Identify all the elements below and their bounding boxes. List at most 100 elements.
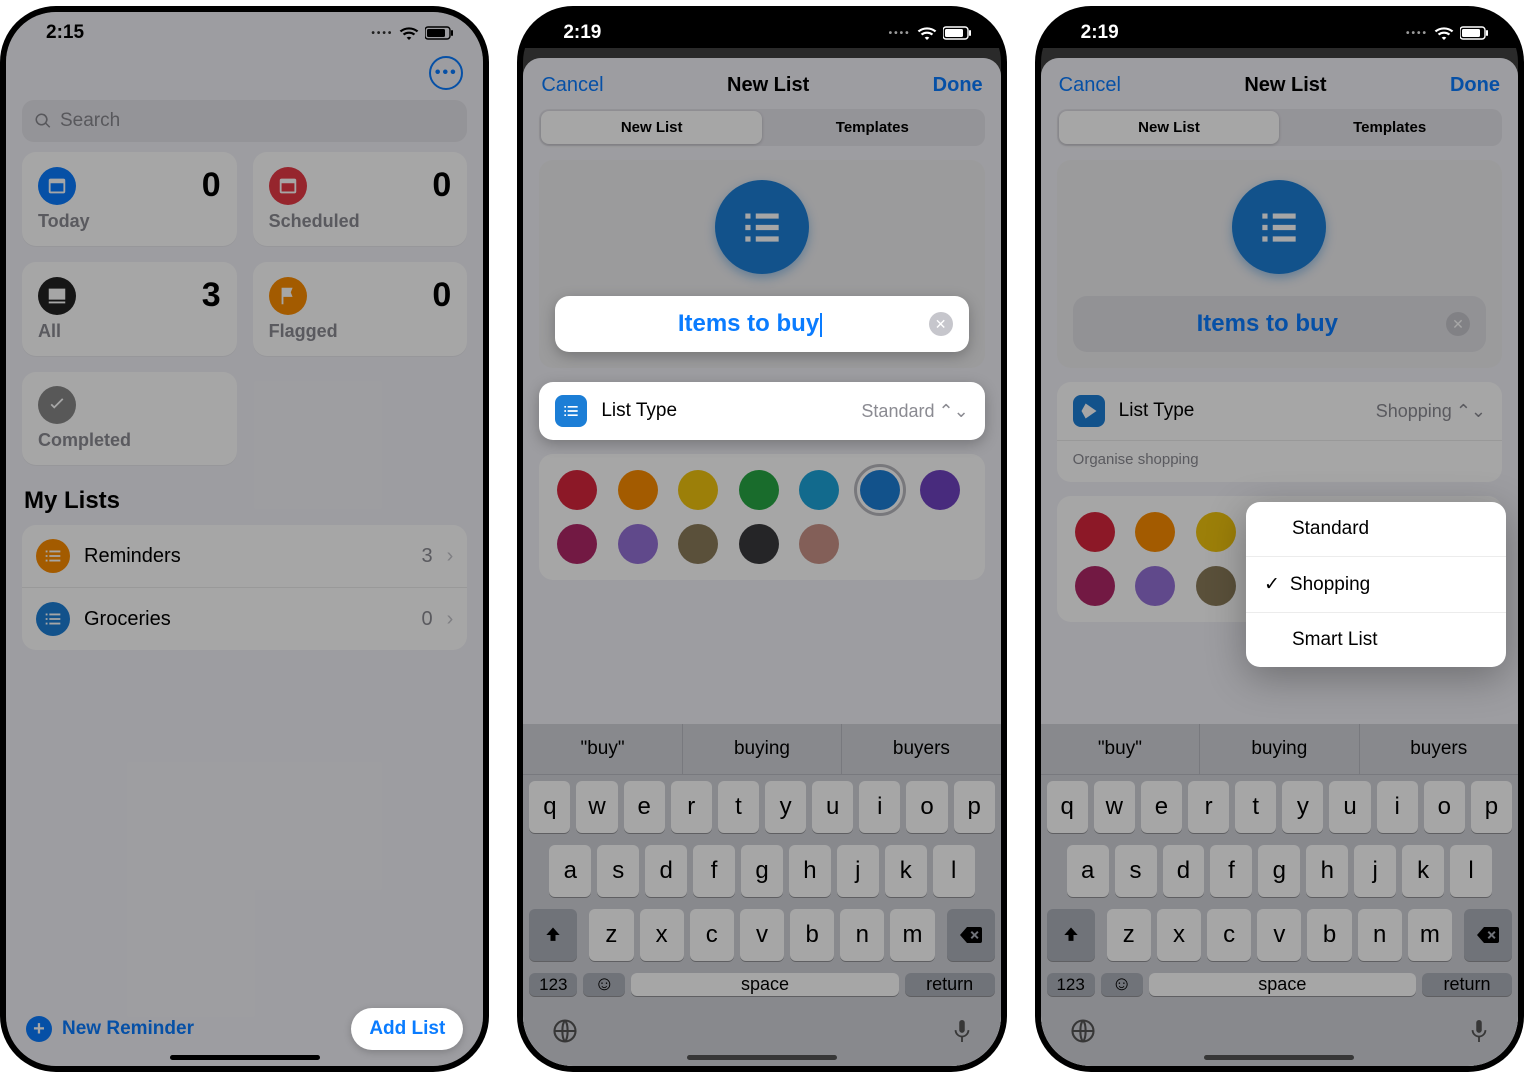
key-v[interactable]: v <box>740 909 784 961</box>
key-i[interactable]: i <box>859 781 900 833</box>
clear-icon[interactable]: ✕ <box>1446 312 1470 336</box>
suggestion[interactable]: buying <box>683 724 842 774</box>
key-l[interactable]: l <box>933 845 975 897</box>
key-o[interactable]: o <box>1424 781 1465 833</box>
key-m[interactable]: m <box>1408 909 1452 961</box>
backspace-key[interactable] <box>947 909 995 961</box>
color-swatch[interactable] <box>1196 566 1236 606</box>
suggestion[interactable]: buying <box>1200 724 1359 774</box>
color-swatch[interactable] <box>618 470 658 510</box>
key-n[interactable]: n <box>840 909 884 961</box>
done-button[interactable]: Done <box>1450 74 1500 97</box>
color-swatch[interactable] <box>1196 512 1236 552</box>
seg-new-list[interactable]: New List <box>541 111 762 144</box>
key-t[interactable]: t <box>718 781 759 833</box>
key-d[interactable]: d <box>645 845 687 897</box>
suggestion[interactable]: "buy" <box>523 724 682 774</box>
key-f[interactable]: f <box>1210 845 1252 897</box>
list-item[interactable]: Groceries 0 › <box>22 588 467 650</box>
clear-icon[interactable]: ✕ <box>929 312 953 336</box>
color-swatch[interactable] <box>1075 566 1115 606</box>
shift-key[interactable] <box>1047 909 1095 961</box>
key-i[interactable]: i <box>1377 781 1418 833</box>
number-key[interactable]: 123 <box>1047 973 1095 996</box>
emoji-key[interactable]: ☺ <box>1101 973 1143 996</box>
color-swatch[interactable] <box>799 470 839 510</box>
color-swatch[interactable] <box>1075 512 1115 552</box>
key-f[interactable]: f <box>693 845 735 897</box>
key-l[interactable]: l <box>1450 845 1492 897</box>
add-list-button[interactable]: Add List <box>351 1008 463 1050</box>
key-g[interactable]: g <box>1258 845 1300 897</box>
new-reminder-button[interactable]: + New Reminder <box>26 1016 194 1042</box>
key-u[interactable]: u <box>812 781 853 833</box>
key-k[interactable]: k <box>1402 845 1444 897</box>
color-swatch[interactable] <box>799 524 839 564</box>
key-z[interactable]: z <box>1107 909 1151 961</box>
color-swatch[interactable] <box>678 524 718 564</box>
key-o[interactable]: o <box>906 781 947 833</box>
key-c[interactable]: c <box>690 909 734 961</box>
key-a[interactable]: a <box>549 845 591 897</box>
list-icon-preview[interactable] <box>1232 180 1326 274</box>
key-v[interactable]: v <box>1257 909 1301 961</box>
key-a[interactable]: a <box>1067 845 1109 897</box>
cancel-button[interactable]: Cancel <box>541 74 603 97</box>
key-p[interactable]: p <box>1471 781 1512 833</box>
space-key[interactable]: space <box>1149 973 1416 996</box>
seg-templates[interactable]: Templates <box>1279 111 1500 144</box>
suggestion[interactable]: buyers <box>842 724 1000 774</box>
key-x[interactable]: x <box>640 909 684 961</box>
cancel-button[interactable]: Cancel <box>1059 74 1121 97</box>
backspace-key[interactable] <box>1464 909 1512 961</box>
key-u[interactable]: u <box>1329 781 1370 833</box>
segmented-control[interactable]: New List Templates <box>1057 109 1502 146</box>
return-key[interactable]: return <box>905 973 995 996</box>
key-p[interactable]: p <box>954 781 995 833</box>
color-swatch[interactable] <box>739 524 779 564</box>
color-swatch[interactable] <box>1135 512 1175 552</box>
key-q[interactable]: q <box>1047 781 1088 833</box>
key-b[interactable]: b <box>790 909 834 961</box>
segmented-control[interactable]: New List Templates <box>539 109 984 146</box>
done-button[interactable]: Done <box>933 74 983 97</box>
key-b[interactable]: b <box>1307 909 1351 961</box>
color-swatch[interactable] <box>557 524 597 564</box>
menu-item-smartlist[interactable]: Smart List <box>1246 613 1506 667</box>
search-field[interactable]: Search <box>22 100 467 142</box>
key-y[interactable]: y <box>765 781 806 833</box>
seg-new-list[interactable]: New List <box>1059 111 1280 144</box>
smart-completed[interactable]: Completed <box>22 372 237 465</box>
key-t[interactable]: t <box>1235 781 1276 833</box>
key-z[interactable]: z <box>589 909 633 961</box>
smart-flagged[interactable]: 0 Flagged <box>253 262 468 356</box>
home-indicator[interactable] <box>687 1055 837 1060</box>
key-r[interactable]: r <box>1188 781 1229 833</box>
key-k[interactable]: k <box>885 845 927 897</box>
more-button[interactable]: ••• <box>429 56 463 90</box>
key-y[interactable]: y <box>1282 781 1323 833</box>
color-swatch[interactable] <box>920 470 960 510</box>
key-w[interactable]: w <box>1094 781 1135 833</box>
key-e[interactable]: e <box>1141 781 1182 833</box>
color-swatch[interactable] <box>557 470 597 510</box>
color-swatch[interactable] <box>860 470 900 510</box>
globe-icon[interactable] <box>1069 1017 1097 1050</box>
key-q[interactable]: q <box>529 781 570 833</box>
list-item[interactable]: Reminders 3 › <box>22 525 467 588</box>
key-g[interactable]: g <box>741 845 783 897</box>
seg-templates[interactable]: Templates <box>762 111 983 144</box>
mic-icon[interactable] <box>951 1017 973 1050</box>
suggestion[interactable]: "buy" <box>1041 724 1200 774</box>
key-r[interactable]: r <box>671 781 712 833</box>
list-icon-preview[interactable] <box>715 180 809 274</box>
smart-today[interactable]: 0 Today <box>22 152 237 246</box>
key-h[interactable]: h <box>789 845 831 897</box>
list-name-input[interactable]: Items to buy ✕ <box>555 296 968 352</box>
key-s[interactable]: s <box>597 845 639 897</box>
suggestion[interactable]: buyers <box>1360 724 1518 774</box>
key-j[interactable]: j <box>1354 845 1396 897</box>
mic-icon[interactable] <box>1468 1017 1490 1050</box>
key-m[interactable]: m <box>890 909 934 961</box>
color-swatch[interactable] <box>678 470 718 510</box>
